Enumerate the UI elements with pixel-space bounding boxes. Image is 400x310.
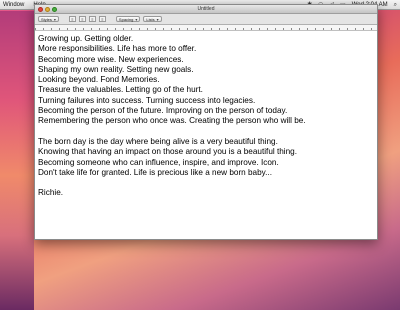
align-center-button[interactable]: ≡ <box>78 16 86 22</box>
text-line: Growing up. Getting older. <box>38 34 134 43</box>
text-line: More responsibilities. Life has more to … <box>38 44 197 54</box>
align-left-button[interactable]: ≡ <box>68 16 76 22</box>
lists-select[interactable]: Lists ▾ <box>143 16 162 22</box>
window-titlebar[interactable]: Untitled <box>35 5 377 14</box>
zoom-button[interactable] <box>52 7 57 12</box>
minimize-button[interactable] <box>45 7 50 12</box>
text-line: Shaping my own reality. Setting new goal… <box>38 64 194 74</box>
chevron-down-icon: ▾ <box>135 16 138 22</box>
text-line: Remembering the person who once was. Cre… <box>38 116 306 126</box>
textedit-window: Untitled Styles ▾ ≡ ≡ ≡ ≡ Spacing ▾ List… <box>34 4 378 240</box>
text-line: Becoming more wise. New experiences. <box>38 54 184 64</box>
document-body[interactable]: Growing up. Getting older. More responsi… <box>35 31 377 199</box>
justify-button[interactable]: ≡ <box>98 16 106 22</box>
menu-window[interactable]: Window <box>3 0 24 10</box>
spacing-label: Spacing <box>118 16 134 22</box>
lists-label: Lists <box>146 16 155 22</box>
text-line: Becoming the person of the future. Impro… <box>38 106 288 116</box>
styles-select[interactable]: Styles ▾ <box>38 16 59 22</box>
text-line: Knowing that having an impact on those a… <box>38 147 297 157</box>
signature-line: Richie. <box>38 188 64 198</box>
chevron-down-icon: ▾ <box>53 16 56 22</box>
window-title: Untitled <box>197 6 215 12</box>
spotlight-icon[interactable]: ⌕ <box>394 0 397 10</box>
text-line: Treasure the valuables. Letting go of th… <box>38 85 203 95</box>
text-line: Turning failures into success. Turning s… <box>38 95 256 105</box>
styles-label: Styles <box>41 16 52 22</box>
format-toolbar: Styles ▾ ≡ ≡ ≡ ≡ Spacing ▾ Lists ▾ <box>35 14 377 25</box>
align-right-button[interactable]: ≡ <box>88 16 96 22</box>
text-line: Don't take life for granted. Life is pre… <box>38 167 272 177</box>
desktop-background <box>0 11 34 310</box>
text-line: Becoming someone who can influence, insp… <box>38 157 279 167</box>
close-button[interactable] <box>38 7 43 12</box>
text-line: Looking beyond. Fond Memories. <box>38 75 160 85</box>
spacing-select[interactable]: Spacing ▾ <box>115 16 141 22</box>
text-line: The born day is the day where being aliv… <box>38 136 278 146</box>
chevron-down-icon: ▾ <box>156 16 159 22</box>
